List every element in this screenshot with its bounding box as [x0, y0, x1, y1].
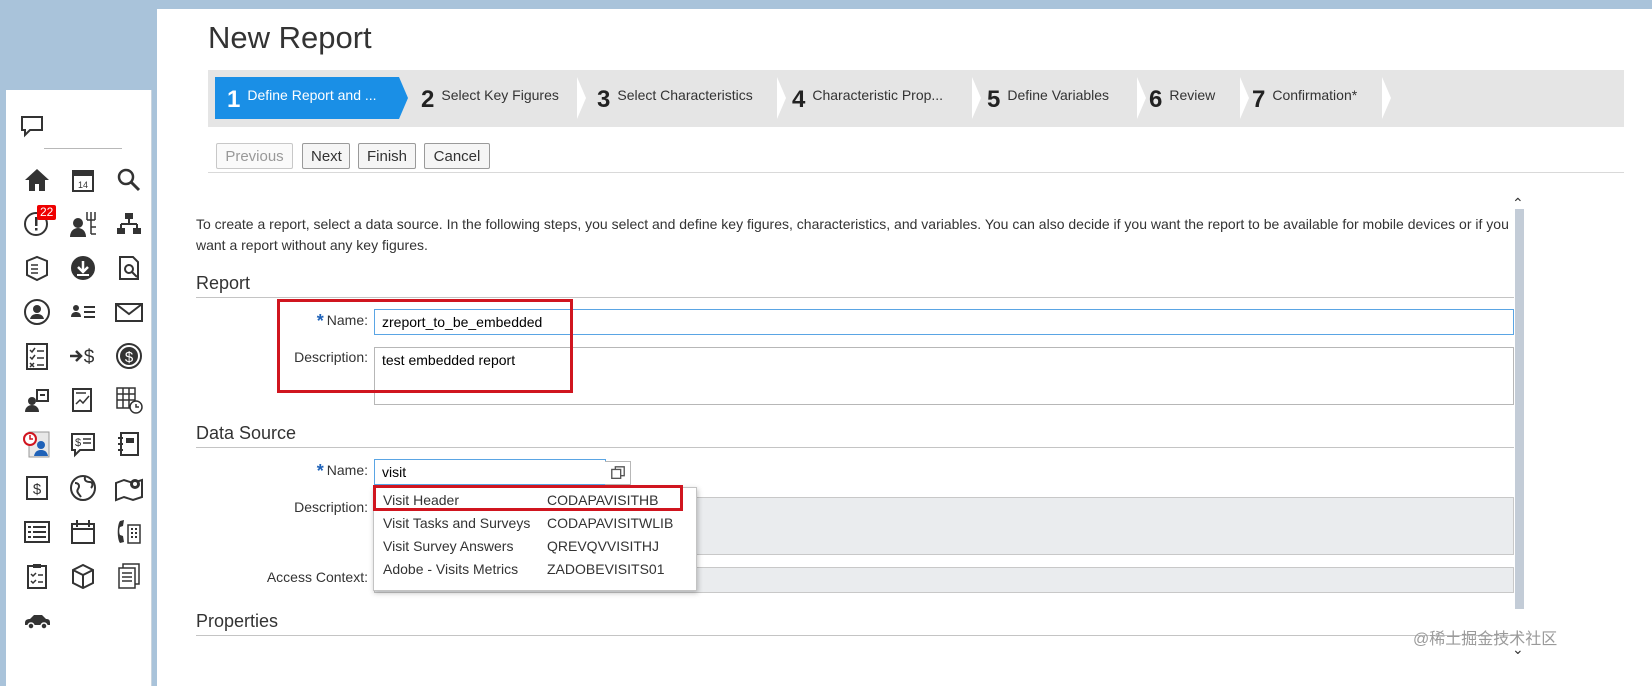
- roadmap-step-5[interactable]: 5 Define Variables: [975, 77, 1146, 119]
- suggestion-id: QREVQVVISITHJ: [547, 538, 660, 554]
- map-location-icon[interactable]: [106, 466, 152, 510]
- suggestion-item[interactable]: Visit Tasks and Surveys CODAPAVISITWLIB: [374, 512, 696, 534]
- payment-transfer-icon[interactable]: $: [60, 334, 106, 378]
- step-label: Select Characteristics: [617, 87, 753, 103]
- step-number: 3: [597, 86, 611, 113]
- package-icon[interactable]: [60, 554, 106, 598]
- wizard-toolbar: Previous Next Finish Cancel: [208, 133, 1624, 173]
- currency-icon[interactable]: $: [106, 334, 152, 378]
- download-icon[interactable]: [60, 246, 106, 290]
- document-search-icon[interactable]: [106, 246, 152, 290]
- step-number: 6: [1149, 86, 1163, 113]
- alert-icon[interactable]: 22: [14, 202, 60, 246]
- section-properties: Properties: [196, 611, 1514, 636]
- sidebar-app-grid: 14 22 $ $ $ $: [14, 158, 152, 642]
- chevron-right-icon: [399, 77, 408, 119]
- access-context-label: Access Context:: [266, 569, 368, 585]
- table-clock-icon[interactable]: [106, 378, 152, 422]
- scrollbar-thumb[interactable]: [1515, 209, 1524, 609]
- step-number: 1: [227, 86, 241, 113]
- email-icon[interactable]: [106, 290, 152, 334]
- step-label: Review: [1169, 87, 1216, 103]
- roadmap-step-7[interactable]: 7 Confirmation*: [1240, 77, 1391, 119]
- step-number: 4: [792, 86, 806, 113]
- chat-icon[interactable]: [18, 112, 46, 140]
- svg-text:$: $: [33, 481, 42, 498]
- suggestion-name: Visit Survey Answers: [383, 538, 514, 554]
- roadmap-step-3[interactable]: 3 Select Characteristics: [585, 77, 786, 119]
- main-panel: New Report 1 Define Report and ... 2 Sel…: [157, 9, 1652, 686]
- svg-text:$: $: [75, 437, 81, 449]
- team-hierarchy-icon[interactable]: [60, 202, 106, 246]
- step-number: 7: [1252, 86, 1266, 113]
- suggestion-name: Visit Tasks and Surveys: [383, 515, 531, 531]
- scrollbar[interactable]: ⌃ ⌄: [1512, 195, 1526, 657]
- datasource-name-label-text: Name:: [326, 462, 368, 478]
- price-list-icon[interactable]: $: [60, 422, 106, 466]
- step-number: 5: [987, 86, 1001, 113]
- step-label: Characteristic Prop...: [812, 87, 944, 103]
- suggestion-id: CODAPAVISITWLIB: [547, 515, 674, 531]
- suggestion-item[interactable]: Visit Survey Answers QREVQVVISITHJ: [374, 535, 696, 557]
- report-edit-icon[interactable]: [60, 378, 106, 422]
- suggestion-item[interactable]: Adobe - Visits Metrics ZADOBEVISITS01: [374, 558, 696, 580]
- clipboard-list-icon[interactable]: [14, 554, 60, 598]
- roadmap-step-6[interactable]: 6 Review: [1137, 77, 1249, 119]
- svg-text:$: $: [125, 349, 134, 366]
- highlight-box-suggestion: [373, 485, 683, 511]
- launchpad-sidebar: 14 22 $ $ $ $: [6, 90, 152, 686]
- suggestion-name: Adobe - Visits Metrics: [383, 561, 519, 577]
- product-box-icon[interactable]: [14, 246, 60, 290]
- watermark: @稀土掘金技术社区: [1413, 631, 1558, 648]
- home-icon[interactable]: [14, 158, 60, 202]
- required-marker: *: [316, 461, 324, 481]
- notification-badge: 22: [37, 205, 57, 220]
- svg-text:14: 14: [78, 180, 88, 190]
- section-data-source: Data Source: [196, 423, 1514, 448]
- roadmap: 1 Define Report and ... 2 Select Key Fig…: [208, 70, 1624, 127]
- datasource-name-input[interactable]: visit: [374, 459, 606, 485]
- cancel-button[interactable]: Cancel: [424, 143, 490, 169]
- step-label: Define Variables: [1007, 87, 1110, 103]
- suggestion-id: ZADOBEVISITS01: [547, 561, 665, 577]
- user-icon[interactable]: [14, 290, 60, 334]
- notebook-icon[interactable]: [106, 422, 152, 466]
- step-label: Select Key Figures: [441, 87, 559, 103]
- next-button[interactable]: Next: [302, 143, 350, 169]
- appointment-user-icon[interactable]: [14, 422, 60, 466]
- invoice-icon[interactable]: $: [14, 466, 60, 510]
- roadmap-step-2[interactable]: 2 Select Key Figures: [409, 77, 586, 119]
- org-chart-icon[interactable]: [106, 202, 152, 246]
- step-label: Define Report and ...: [247, 87, 377, 103]
- previous-button[interactable]: Previous: [216, 143, 293, 169]
- value-help-icon[interactable]: [605, 461, 631, 485]
- datasource-description-label: Description:: [294, 499, 368, 515]
- contact-list-icon[interactable]: [60, 290, 106, 334]
- document-list-icon[interactable]: [106, 554, 152, 598]
- section-report: Report: [196, 273, 1514, 298]
- calendar-icon[interactable]: 14: [60, 158, 106, 202]
- checklist-icon[interactable]: [14, 334, 60, 378]
- appointments-icon[interactable]: [60, 510, 106, 554]
- globe-chart-icon[interactable]: [60, 466, 106, 510]
- chevron-right-icon: [1382, 77, 1391, 119]
- page-title: New Report: [208, 20, 372, 55]
- sidebar-divider: [44, 148, 122, 149]
- step-number: 2: [421, 86, 435, 113]
- highlight-box-report: [277, 299, 573, 393]
- phone-log-icon[interactable]: [106, 510, 152, 554]
- svg-text:$: $: [84, 347, 95, 368]
- datasource-name-label: * Name:: [188, 461, 368, 482]
- car-icon[interactable]: [14, 598, 60, 642]
- user-transfer-icon[interactable]: [14, 378, 60, 422]
- finish-button[interactable]: Finish: [358, 143, 416, 169]
- roadmap-step-4[interactable]: 4 Characteristic Prop...: [780, 77, 981, 119]
- intro-text: To create a report, select a data source…: [196, 216, 1509, 253]
- roadmap-step-1[interactable]: 1 Define Report and ...: [215, 77, 408, 119]
- search-icon[interactable]: [106, 158, 152, 202]
- step-label: Confirmation*: [1272, 87, 1358, 103]
- list-view-icon[interactable]: [14, 510, 60, 554]
